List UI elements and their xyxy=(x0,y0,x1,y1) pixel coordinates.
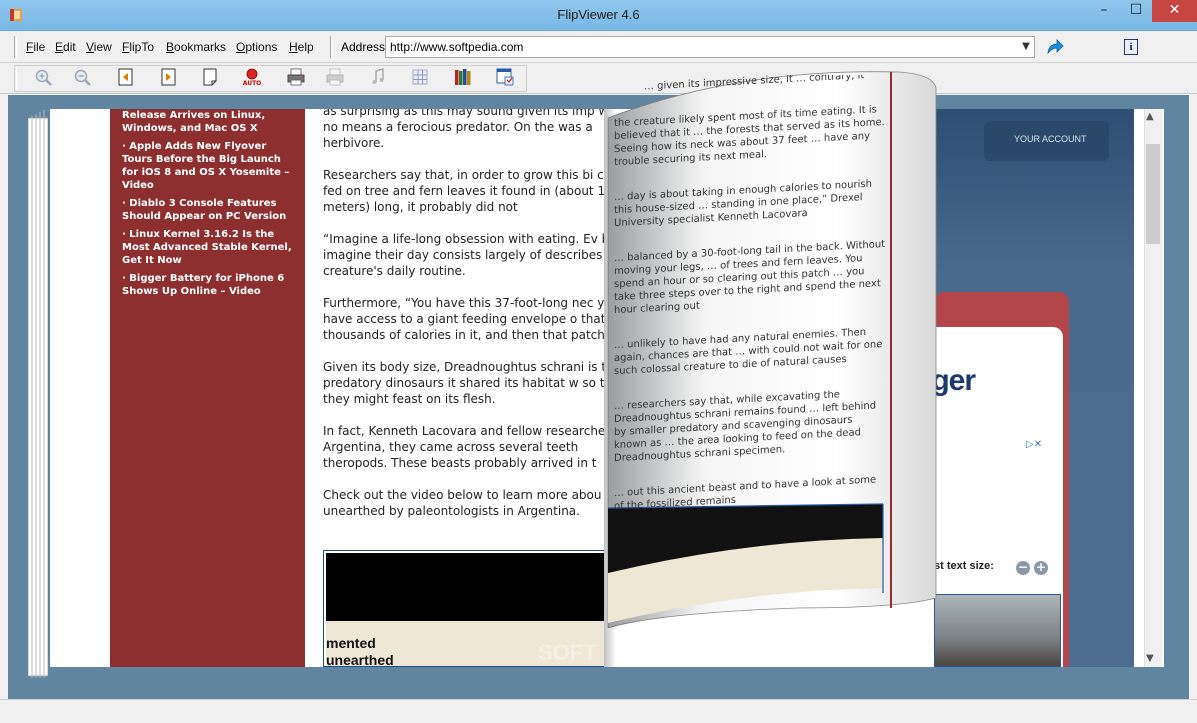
menu-help[interactable]: Help xyxy=(289,40,314,54)
increase-text-button[interactable]: + xyxy=(1034,561,1048,575)
auto-label: AUTO xyxy=(243,80,262,87)
ad-choices-icon[interactable]: ▷✕ xyxy=(1026,439,1042,450)
previous-page-icon[interactable] xyxy=(115,66,137,88)
scroll-up-icon[interactable]: ▲ xyxy=(1146,111,1154,122)
page-scrollbar-thumb[interactable] xyxy=(1146,144,1160,244)
related-news-sidebar: Release Arrives on Linux, Windows, and M… xyxy=(110,109,305,667)
menu-edit[interactable]: Edit xyxy=(55,40,76,54)
turning-page-paragraph: … out this ancient beast and to have a l… xyxy=(614,474,877,513)
article-paragraph: as surprising as this may sound given it… xyxy=(323,109,610,150)
address-grip[interactable] xyxy=(330,36,333,58)
turning-page-paragraph: … day is about taking in enough calories… xyxy=(614,178,872,230)
decrease-text-button[interactable]: − xyxy=(1016,561,1030,575)
menu-view[interactable]: View xyxy=(86,40,112,54)
article-paragraph: In fact, Kenneth Lacovara and fellow res… xyxy=(323,424,610,470)
maximize-button[interactable]: ☐ xyxy=(1122,0,1150,22)
music-icon xyxy=(367,66,389,88)
scroll-down-icon[interactable]: ▼ xyxy=(1146,653,1154,664)
next-page-icon[interactable] xyxy=(158,66,180,88)
menu-bookmarks[interactable]: Bookmarks xyxy=(166,40,226,54)
news-link[interactable]: · Bigger Battery for iPhone 6 Shows Up O… xyxy=(122,272,293,298)
dinosaur-image xyxy=(934,594,1061,667)
window-title: FlipViewer 4.6 xyxy=(557,7,640,22)
your-account-link[interactable]: YOUR ACCOUNT xyxy=(984,121,1109,161)
blank-page-icon[interactable] xyxy=(199,66,221,88)
book-viewer[interactable]: Release Arrives on Linux, Windows, and M… xyxy=(8,71,1189,699)
menu-flipto[interactable]: FlipTo xyxy=(122,40,154,54)
left-page[interactable]: Release Arrives on Linux, Windows, and M… xyxy=(50,109,610,667)
address-label: Address xyxy=(341,40,386,54)
save-page-icon[interactable] xyxy=(494,66,516,88)
menu-options[interactable]: Options xyxy=(236,40,277,54)
info-icon[interactable]: i xyxy=(1124,39,1138,55)
softpedia-watermark: SOFT xyxy=(538,640,597,665)
status-bar xyxy=(0,699,1197,723)
print-icon[interactable] xyxy=(285,66,307,88)
news-link[interactable]: Release Arrives on Linux, Windows, and M… xyxy=(122,109,293,135)
menu-bar: File Edit View FlipTo Bookmarks Options … xyxy=(0,31,1197,63)
turning-page-paragraph: … balanced by a 30-foot-long tail in the… xyxy=(614,238,886,317)
print-disabled-icon xyxy=(324,66,346,88)
article-paragraph: Check out the video below to learn more … xyxy=(323,488,602,518)
chevron-down-icon[interactable]: ▼ xyxy=(1019,39,1033,55)
article-body: as surprising as this may sound given it… xyxy=(323,109,610,535)
news-link[interactable]: · Apple Adds New Flyover Tours Before th… xyxy=(122,140,293,192)
turning-page-paragraph: … unlikely to have had any natural enemi… xyxy=(614,326,883,378)
books-icon[interactable] xyxy=(452,66,474,88)
go-arrow-icon[interactable] xyxy=(1045,38,1065,56)
turning-page-paragraph: the creature likely spent most of its ti… xyxy=(614,104,885,169)
turning-page-paragraph: … researchers say that, while excavating… xyxy=(614,389,877,465)
minimize-button[interactable]: – xyxy=(1090,0,1118,22)
video-frame xyxy=(326,553,610,621)
title-bar: FlipViewer 4.6 – ☐ ✕ xyxy=(0,0,1197,31)
article-paragraph: “Imagine a life-long obsession with eati… xyxy=(323,232,610,278)
news-link[interactable]: · Diablo 3 Console Features Should Appea… xyxy=(122,197,293,223)
zoom-out-icon[interactable] xyxy=(71,66,93,88)
video-caption: mented unearthed xyxy=(326,635,394,668)
menu-file[interactable]: File xyxy=(26,40,45,54)
book-page-stack xyxy=(28,110,48,678)
text-size-label: st text size: xyxy=(934,560,994,572)
auto-flip-icon[interactable]: AUTO xyxy=(241,66,263,88)
turning-page-paragraph: … given its impressive size, it … contra… xyxy=(644,75,865,93)
turning-page-text: … given its impressive size, it … contra… xyxy=(606,75,886,615)
article-paragraph: Researchers say that, in order to grow t… xyxy=(323,168,610,214)
account-label: YOUR ACCOUNT xyxy=(1014,134,1087,144)
menu-grip[interactable] xyxy=(14,36,17,58)
zoom-in-icon[interactable] xyxy=(32,66,54,88)
article-paragraph: Furthermore, “You have this 37-foot-long… xyxy=(323,296,610,342)
article-paragraph: Given its body size, Dreadnoughtus schra… xyxy=(323,360,610,406)
table-icon[interactable] xyxy=(409,66,431,88)
address-input[interactable]: http://www.softpedia.com xyxy=(385,36,1035,58)
close-button[interactable]: ✕ xyxy=(1152,0,1197,22)
news-link[interactable]: · Linux Kernel 3.16.2 Is the Most Advanc… xyxy=(122,228,293,267)
